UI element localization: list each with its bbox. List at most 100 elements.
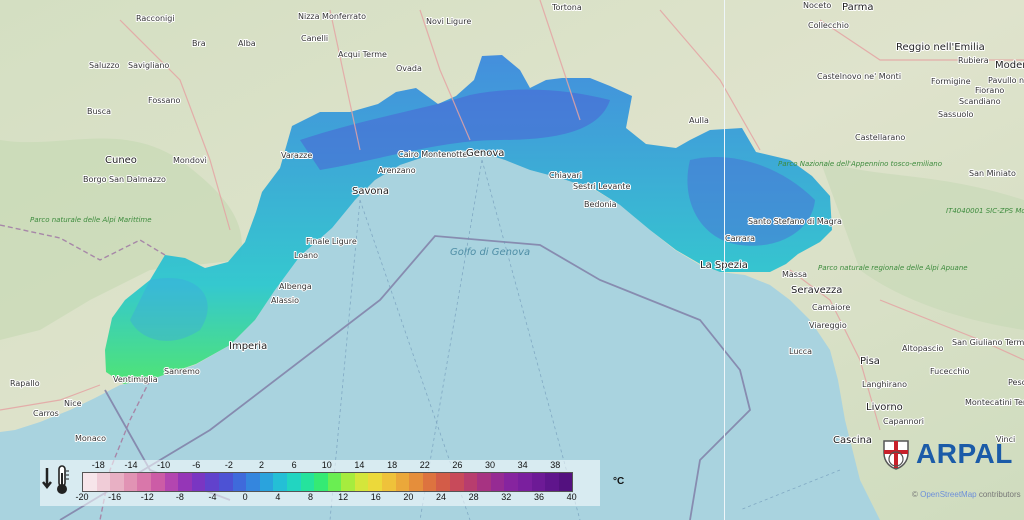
legend-tick-label: 22 — [419, 460, 430, 470]
place-label: Carros — [33, 409, 59, 418]
legend-swatch — [232, 473, 247, 491]
legend-swatch — [368, 473, 383, 491]
place-label: Scandiano — [959, 97, 1001, 106]
place-label: Cairo Montenotte — [398, 150, 467, 159]
legend-swatch — [395, 473, 410, 491]
legend-unit: °C — [613, 476, 625, 487]
legend-tick-label: 14 — [354, 460, 365, 470]
legend-tick-label: -10 — [157, 460, 171, 470]
legend-tick-label: 12 — [338, 492, 349, 502]
place-label: Fucecchio — [930, 367, 970, 376]
place-label: Rubiera — [958, 56, 989, 65]
legend-swatch — [314, 473, 328, 491]
place-label: Livorno — [866, 402, 903, 413]
place-label: Loano — [294, 251, 318, 260]
park-label: Parco naturale regionale delle Alpi Apua… — [818, 264, 968, 272]
legend-swatch — [490, 473, 505, 491]
legend-tick-label: 18 — [387, 460, 398, 470]
place-label: Seravezza — [791, 285, 842, 296]
place-label-monaco: Monaco — [75, 434, 106, 443]
place-label: Chiavari — [549, 171, 582, 180]
place-label: Fiorano — [975, 86, 1004, 95]
place-label: Novi Ligure — [426, 17, 471, 26]
legend-tick-label: 30 — [484, 460, 496, 470]
legend-swatch — [164, 473, 179, 491]
place-label: Mondovì — [173, 156, 207, 165]
place-label: Cascina — [833, 435, 872, 446]
place-label: Camaiore — [812, 303, 850, 312]
legend-tick-label: -18 — [91, 460, 105, 470]
place-label: Pisa — [860, 356, 880, 367]
place-label: Sanremo — [164, 367, 200, 376]
legend-tick-label: 38 — [550, 460, 561, 470]
place-label: Capannori — [883, 417, 924, 426]
place-label: Nice — [64, 399, 82, 408]
legend-tick-label: 36 — [533, 492, 544, 502]
place-label: Canelli — [301, 34, 328, 43]
legend-swatch — [422, 473, 437, 491]
legend-swatch — [504, 473, 518, 491]
place-label: Pescia — [1008, 378, 1024, 387]
place-label: Carrara — [725, 234, 755, 243]
arpal-logo[interactable]: ARPAL — [880, 434, 1013, 474]
place-label: Ventimiglia — [113, 375, 158, 384]
place-label: Nizza Monferrato — [298, 12, 366, 21]
place-label: Borgo San Dalmazzo — [83, 175, 166, 184]
place-label: San Miniato — [969, 169, 1016, 178]
place-label: Montecatini Terme — [965, 398, 1024, 407]
legend-swatch — [178, 473, 192, 491]
park-label: Parco Nazionale dell'Appennino tosco-emi… — [778, 160, 942, 168]
legend-swatch — [110, 473, 124, 491]
place-label: Reggio nell'Emilia — [896, 42, 985, 53]
legend-tick-label: 24 — [436, 492, 447, 502]
legend-swatch — [477, 473, 491, 491]
legend-swatch — [150, 473, 165, 491]
legend-tick-label: 6 — [291, 460, 297, 470]
legend-tick-label: -16 — [108, 492, 122, 502]
legend-tick-label: 26 — [452, 460, 463, 470]
place-label: Varazze — [281, 151, 312, 160]
place-label: Parma — [842, 2, 874, 13]
legend-tick-label: 4 — [275, 492, 281, 502]
place-label: Alassio — [271, 296, 299, 305]
place-label: Collecchio — [808, 21, 849, 30]
legend-swatch — [436, 473, 451, 491]
legend-tick-label: 28 — [468, 492, 479, 502]
osm-link[interactable]: OpenStreetMap — [920, 490, 976, 499]
liguria-crest-icon — [883, 440, 909, 470]
legend-tick-label: -20 — [75, 492, 89, 502]
legend-tick-label: -8 — [175, 492, 184, 502]
place-label: Bra — [192, 39, 206, 48]
place-label: Formigine — [931, 77, 971, 86]
legend-swatch — [518, 473, 532, 491]
place-label: Alba — [238, 39, 256, 48]
map-canvas[interactable]: Racconigi Nizza Monferrato Novi Ligure T… — [0, 0, 1024, 520]
place-label: Savigliano — [128, 61, 169, 70]
legend-swatch — [545, 473, 559, 491]
legend-swatch — [137, 473, 151, 491]
place-label: Castellarano — [855, 133, 905, 142]
place-label: Tortona — [551, 3, 582, 12]
map-attribution: © OpenStreetMap contributors — [912, 490, 1021, 499]
place-label: Pavullo nel Frignano — [988, 76, 1024, 85]
place-label: Sestri Levante — [573, 182, 630, 191]
legend-swatch — [191, 473, 206, 491]
thermometer-icon[interactable] — [42, 464, 72, 498]
place-label: Ovada — [396, 64, 422, 73]
legend-tick-label: -6 — [192, 460, 201, 470]
attribution-suffix: contributors — [978, 490, 1021, 499]
legend-swatch — [218, 473, 233, 491]
place-label: Sassuolo — [938, 110, 974, 119]
meridian-line — [724, 0, 725, 520]
legend-tick-label: -4 — [208, 492, 217, 502]
place-label: Moden — [995, 60, 1024, 71]
legend-tick-label: 0 — [242, 492, 248, 502]
legend-tick-label: 2 — [259, 460, 265, 470]
place-label: Arenzano — [378, 166, 416, 175]
legend-swatch — [341, 473, 355, 491]
park-label: IT4040001 SIC-ZPS Monte Cimone, Libro Ap… — [946, 207, 1024, 215]
legend-tick-label: 34 — [517, 460, 528, 470]
legend-swatch — [327, 473, 342, 491]
legend-tick-label: 10 — [321, 460, 332, 470]
legend-color-bar — [82, 472, 574, 492]
